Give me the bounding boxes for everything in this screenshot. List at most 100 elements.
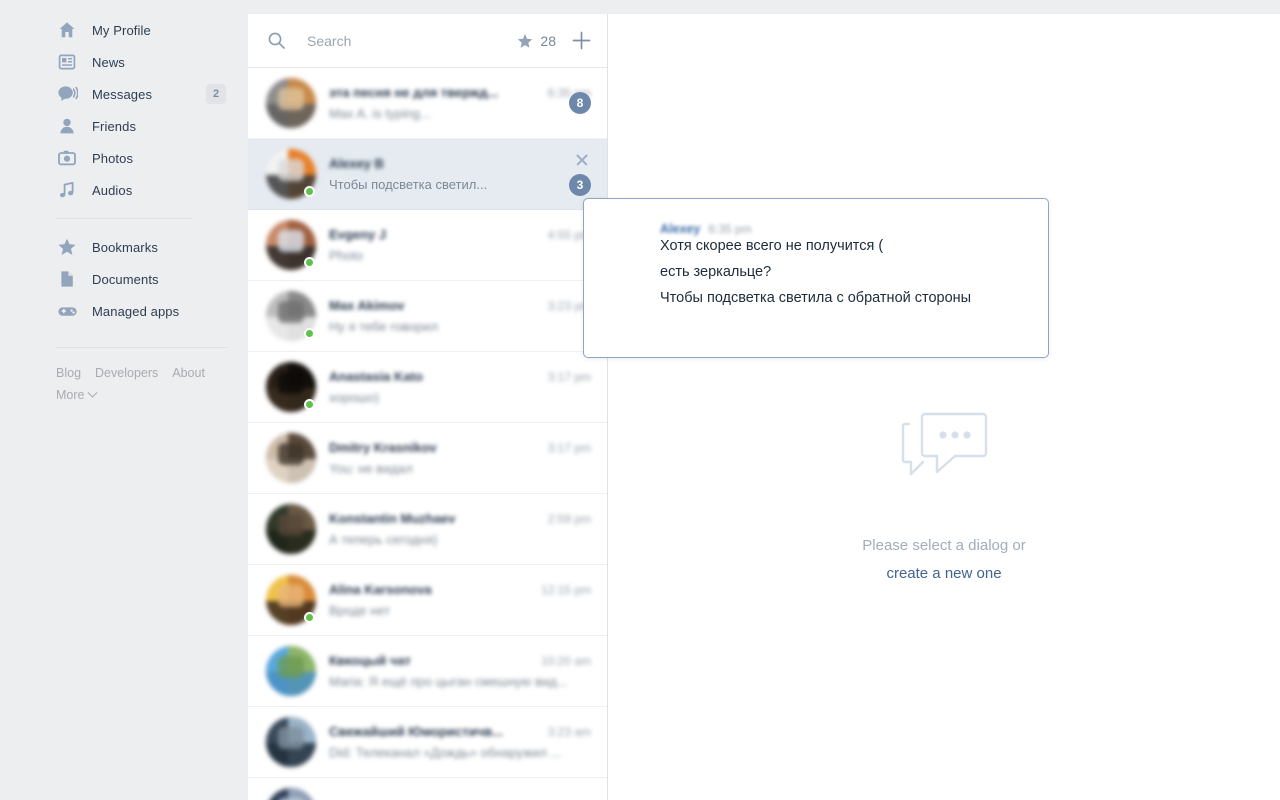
unread-badge: 3	[569, 174, 591, 196]
avatar	[266, 717, 316, 767]
conversation-body: Dmitry Krasnikov 3:17 pm You: не видал	[329, 440, 591, 476]
conversation-body: Квкоцый чат 10:20 am Maria: Я ещё про цыга…	[329, 653, 591, 689]
footer-link-more[interactable]: More	[56, 384, 98, 406]
conversation-body: Anastasia Kato 3:17 pm хорошо)	[329, 369, 591, 405]
sidebar-item-friends[interactable]: Friends	[56, 110, 248, 142]
conversation-header: Alina Karsonova 12:15 pm	[329, 582, 591, 597]
footer-link-label: More	[56, 388, 85, 402]
conversation-body: Alexey B Чтобы подсветка светил...	[329, 156, 591, 192]
chevron-down-icon	[88, 387, 98, 398]
conversation-header: Max Akimov 3:23 pm	[329, 298, 591, 313]
popup-message-line: Хотя скорее всего не получится (	[660, 238, 884, 254]
conversation-header: Dmitry Krasnikov 3:17 pm	[329, 440, 591, 455]
conversation-name: Dmitry Krasnikov	[329, 440, 437, 455]
conversation-preview: Maria: Я ещё про цыган смешную вид...	[329, 674, 568, 689]
sidebar-divider-1	[56, 218, 192, 219]
footer-link-about[interactable]: About	[172, 362, 205, 384]
sidebar-item-managed-apps[interactable]: Managed apps	[56, 295, 248, 327]
conversation-preview: Photo	[329, 248, 363, 263]
online-status-indicator	[304, 257, 315, 268]
conversation-body: Alina Karsonova 12:15 pm Вроде нет	[329, 582, 591, 618]
conversation-meta: 8	[569, 68, 591, 138]
conversation-preview: You: не видал	[329, 461, 413, 476]
sidebar-item-badge: 2	[206, 84, 226, 104]
avatar	[266, 646, 316, 696]
create-new-dialog-link[interactable]: create a new one	[886, 565, 1001, 582]
conversation-name: Evgeny J	[329, 227, 387, 242]
conversation-row[interactable]: Свежайший Юмористичв... 3:23 am Did: Телек…	[248, 707, 607, 778]
conversation-preview: Ну я тебе говорил	[329, 319, 438, 334]
conversation-body: эта песня не для твержд... 6:35 pm Max A. …	[329, 85, 591, 121]
sidebar-item-documents[interactable]: Documents	[56, 263, 248, 295]
footer-link-label: Developers	[95, 366, 159, 380]
conversation-body: Evgeny J 4:55 pm Photo	[329, 227, 591, 263]
conversation-header: Anastasia Kato 3:17 pm	[329, 369, 591, 384]
conversation-row[interactable]: Alexey B Чтобы подсветка светил... 3	[248, 139, 607, 210]
conversation-row[interactable]: Max Akimov 3:23 pm Ну я тебе говорил	[248, 281, 607, 352]
conversation-body: Konstantin Muzhaev 2:59 pm А теперь сегодн…	[329, 511, 591, 547]
search-input[interactable]	[307, 32, 518, 49]
conversation-row[interactable]: эта песня не для твержд... 6:35 pm Max A. …	[248, 68, 607, 139]
news-icon	[56, 51, 78, 73]
avatar-image	[266, 78, 316, 128]
sidebar-item-news[interactable]: News	[56, 46, 248, 78]
online-status-indicator	[304, 612, 315, 623]
avatar	[266, 575, 316, 625]
sidebar-nav-secondary: Bookmarks Documents Managed apps	[56, 231, 248, 327]
sidebar-nav: My Profile News Messages 2 Friends Photos Audi…	[56, 14, 248, 206]
sidebar-item-label: Bookmarks	[92, 239, 158, 255]
conversation-time: 3:17 pm	[547, 441, 591, 455]
conversation-name: Alina Karsonova	[329, 582, 432, 597]
online-status-indicator	[304, 328, 315, 339]
conversation-list-column: 28 эта песня не для твержд...6:35 pm Max …	[248, 14, 608, 800]
conversation-body: Свежайший Юмористичв... 3:23 am Did: Телек…	[329, 724, 591, 760]
favorites-button[interactable]: 28	[517, 33, 556, 49]
sidebar-item-photos[interactable]: Photos	[56, 142, 248, 174]
favorites-count: 28	[540, 32, 556, 49]
conversation-name: Свежайший Юмористичв...	[329, 724, 503, 739]
popup-message-line: есть зеркальце?	[660, 264, 772, 280]
sidebar-item-messages[interactable]: Messages 2	[56, 78, 248, 110]
footer-link-blog[interactable]: Blog	[56, 362, 81, 384]
conversation-header: Квкоцый чат 10:20 am	[329, 653, 591, 668]
star-icon	[56, 236, 78, 258]
conversation-body: Max Akimov 3:23 pm Ну я тебе говорил	[329, 298, 591, 334]
conversation-row[interactable]: Anastasia Kato 3:17 pm хорошо)	[248, 352, 607, 423]
conversation-row[interactable]: Evgeny J 4:55 pm Photo	[248, 210, 607, 281]
sidebar-item-audios[interactable]: Audios	[56, 174, 248, 206]
camera-icon	[56, 147, 78, 169]
sidebar-divider-2	[56, 347, 228, 348]
empty-state: Please select a dialog or create a new o…	[608, 412, 1280, 582]
avatar-image	[266, 433, 316, 483]
sidebar-item-label: Managed apps	[92, 303, 180, 319]
popup-time: 6:35 pm	[708, 222, 752, 236]
popup-author: Alexey	[660, 222, 701, 236]
sidebar: My Profile News Messages 2 Friends Photos Audi…	[0, 14, 248, 800]
star-icon	[518, 33, 533, 48]
conversation-row[interactable]: Maria Chekhlovskaya	[248, 778, 607, 800]
conversation-list: эта песня не для твержд... 6:35 pm Max A. …	[248, 68, 607, 800]
avatar	[266, 78, 316, 128]
conversation-name: Alexey B	[329, 156, 384, 171]
popup-header: Alexey 6:35 pm	[660, 222, 1026, 236]
plus-icon	[572, 31, 591, 50]
popup-avatar	[610, 219, 646, 255]
conversation-name: Max Akimov	[329, 298, 405, 313]
avatar	[266, 291, 316, 341]
compose-button[interactable]	[572, 31, 591, 50]
footer-link-developers[interactable]: Developers	[95, 362, 158, 384]
conversation-row[interactable]: Konstantin Muzhaev 2:59 pm А теперь сегодн…	[248, 494, 607, 565]
avatar	[266, 149, 316, 199]
sidebar-item-my-profile[interactable]: My Profile	[56, 14, 248, 46]
conversation-header: Свежайший Юмористичв... 3:23 am	[329, 724, 591, 739]
conversation-row[interactable]: Alina Karsonova 12:15 pm Вроде нет	[248, 565, 607, 636]
messages-icon	[56, 83, 78, 105]
sidebar-item-bookmarks[interactable]: Bookmarks	[56, 231, 248, 263]
conversation-header: Konstantin Muzhaev 2:59 pm	[329, 511, 591, 526]
empty-state-text: Please select a dialog or	[862, 537, 1026, 554]
conversation-row[interactable]: Dmitry Krasnikov 3:17 pm You: не видал	[248, 423, 607, 494]
person-icon	[56, 115, 78, 137]
conversation-time: 10:20 am	[540, 654, 591, 668]
conversation-row[interactable]: Квкоцый чат 10:20 am Maria: Я ещё про цыга…	[248, 636, 607, 707]
avatar-image	[266, 788, 316, 800]
